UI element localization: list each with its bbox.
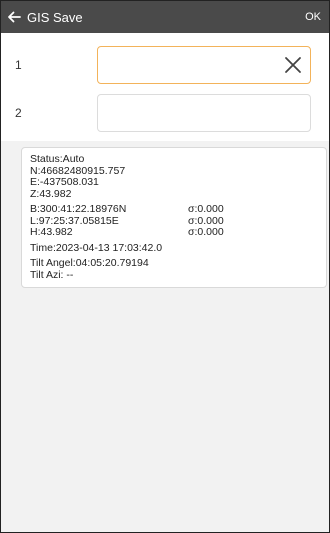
- height-row: H:43.982 σ:0.000: [30, 226, 318, 239]
- latitude-row: B:300:41:22.18976N σ:0.000: [30, 203, 318, 216]
- page-title: GIS Save: [27, 9, 83, 25]
- field-label-1: 1: [15, 58, 22, 72]
- field-label-2: 2: [15, 106, 22, 120]
- status-mode: Status:Auto: [30, 153, 85, 165]
- status-panel: Status:Auto N:46682480915.757 E:-437508.…: [21, 147, 327, 288]
- field-2-container: [97, 94, 311, 132]
- arrow-left-icon[interactable]: [7, 10, 21, 24]
- ok-button[interactable]: OK: [305, 11, 321, 23]
- field-2-input[interactable]: [98, 94, 302, 132]
- field-1-container: [97, 46, 311, 84]
- longitude-row: L:97:25:37.05815E σ:0.000: [30, 215, 318, 228]
- tilt-azimuth-value: Tilt Azi: --: [30, 268, 74, 281]
- close-icon[interactable]: [284, 56, 302, 74]
- field-1-input[interactable]: [98, 46, 284, 84]
- height-sigma: σ:0.000: [188, 226, 224, 238]
- attribute-form: 1 2: [1, 33, 329, 141]
- form-row-2: 2: [11, 89, 319, 137]
- height-value: H:43.982: [30, 226, 73, 238]
- app-window: GIS Save OK 1 2 Status:Auto N:4668248091…: [0, 0, 330, 533]
- top-bar-left: GIS Save: [7, 10, 83, 25]
- latitude-sigma: σ:0.000: [188, 203, 224, 215]
- latitude-value: B:300:41:22.18976N: [30, 203, 127, 215]
- form-row-1: 1: [11, 41, 319, 89]
- elevation-value: Z:43.982: [30, 187, 72, 200]
- easting-value: E:-437508.031: [30, 176, 99, 188]
- time-value: Time:2023-04-13 17:03:42.0: [30, 241, 163, 254]
- top-bar: GIS Save OK: [1, 1, 329, 33]
- tilt-angel-value: Tilt Angel:04:05:20.79194: [30, 257, 149, 269]
